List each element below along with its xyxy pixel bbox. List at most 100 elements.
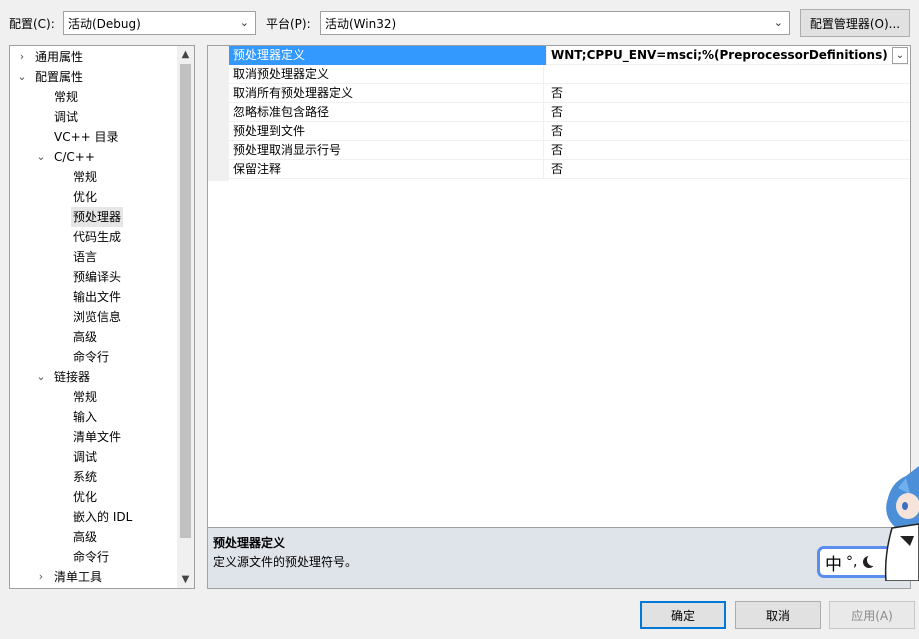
- tree-item[interactable]: 高级: [10, 327, 178, 347]
- tree-item[interactable]: › 通用属性: [10, 47, 178, 67]
- property-name: 预处理器定义: [229, 46, 547, 65]
- property-row[interactable]: 预处理器定义 WNT;CPPU_ENV=msci;%(PreprocessorDe…: [229, 46, 910, 65]
- tree-item-label: 常规: [73, 170, 98, 184]
- tree-item[interactable]: 输出文件: [10, 287, 178, 307]
- property-value[interactable]: 否: [551, 122, 888, 141]
- tree-item[interactable]: 常规: [10, 167, 178, 187]
- config-select[interactable]: 活动(Debug) ⌄: [63, 11, 256, 35]
- tree-scrollbar[interactable]: ▲ ▼: [177, 46, 194, 588]
- tree-item[interactable]: 调试: [10, 447, 178, 467]
- config-label: 配置(C):: [9, 17, 55, 31]
- tree-item-label: 链接器: [54, 370, 91, 384]
- property-row[interactable]: 取消所有预处理器定义否: [229, 84, 910, 103]
- tree-item-label: 优化: [73, 490, 98, 504]
- tree-item-label: 高级: [73, 330, 98, 344]
- apply-button[interactable]: 应用(A): [829, 601, 915, 629]
- tree-item[interactable]: 命令行: [10, 347, 178, 367]
- tree-item[interactable]: 语言: [10, 247, 178, 267]
- tree-item-label: VC++ 目录: [54, 130, 119, 144]
- property-value[interactable]: 否: [551, 84, 888, 103]
- tree-item[interactable]: ⌄ C/C++: [10, 147, 178, 167]
- property-grid: 预处理器定义 WNT;CPPU_ENV=msci;%(PreprocessorDe…: [207, 45, 911, 527]
- property-row[interactable]: 保留注释否: [229, 160, 910, 179]
- tree-item[interactable]: 嵌入的 IDL: [10, 507, 178, 527]
- property-row[interactable]: 取消预处理器定义: [229, 65, 910, 84]
- ime-punct: °,: [846, 554, 858, 570]
- tree-item[interactable]: 预处理器: [10, 207, 178, 227]
- chevron-down-icon: ⌄: [239, 16, 249, 29]
- tree-item-label: 浏览信息: [73, 310, 122, 324]
- tree-item-label: 预处理器: [71, 207, 124, 227]
- tree-item[interactable]: 系统: [10, 467, 178, 487]
- property-name: 预处理取消显示行号: [233, 141, 544, 160]
- tree-item-label: 代码生成: [73, 230, 122, 244]
- chevron-down-icon[interactable]: ⌄: [35, 147, 47, 167]
- chevron-down-icon[interactable]: ⌄: [16, 67, 28, 87]
- property-value[interactable]: 否: [551, 103, 888, 122]
- chevron-down-icon[interactable]: ⌄: [892, 47, 908, 64]
- tree-item-label: 命令行: [73, 350, 110, 364]
- property-row[interactable]: 忽略标准包含路径否: [229, 103, 910, 122]
- ime-mode: 中: [825, 554, 842, 575]
- tree-item[interactable]: 优化: [10, 487, 178, 507]
- platform-select[interactable]: 活动(Win32) ⌄: [320, 11, 790, 35]
- property-row[interactable]: 预处理取消显示行号否: [229, 141, 910, 160]
- tree-item[interactable]: 命令行: [10, 547, 178, 567]
- tree-item[interactable]: ⌄ 配置属性: [10, 67, 178, 87]
- tree-item-label: 预编译头: [73, 270, 122, 284]
- cancel-button[interactable]: 取消: [735, 601, 821, 629]
- tree-item[interactable]: 输入: [10, 407, 178, 427]
- scrollbar-thumb[interactable]: [180, 64, 191, 538]
- tree-item-label: 命令行: [73, 550, 110, 564]
- tree-item-label: 调试: [73, 450, 98, 464]
- tree-item[interactable]: 常规: [10, 87, 178, 107]
- chevron-right-icon[interactable]: ›: [35, 567, 47, 587]
- scroll-up-icon[interactable]: ▲: [177, 46, 194, 63]
- tree-item[interactable]: 优化: [10, 187, 178, 207]
- tree-item[interactable]: 调试: [10, 107, 178, 127]
- chevron-right-icon[interactable]: ›: [16, 47, 28, 67]
- config-manager-button[interactable]: 配置管理器(O)...: [800, 9, 910, 37]
- tree-item-label: 高级: [73, 530, 98, 544]
- tree-item-label: 系统: [73, 470, 98, 484]
- tree-item[interactable]: VC++ 目录: [10, 127, 178, 147]
- tree-item[interactable]: ⌄ 链接器: [10, 367, 178, 387]
- property-value[interactable]: WNT;CPPU_ENV=msci;%(PreprocessorDefiniti…: [551, 46, 888, 65]
- property-name: 预处理到文件: [233, 122, 544, 141]
- tree-item[interactable]: 代码生成: [10, 227, 178, 247]
- property-value[interactable]: 否: [551, 141, 888, 160]
- tree-item-label: C/C++: [54, 150, 95, 164]
- tree-item[interactable]: 浏览信息: [10, 307, 178, 327]
- property-name: 保留注释: [233, 160, 544, 179]
- platform-select-value: 活动(Win32): [325, 16, 397, 31]
- property-value[interactable]: 否: [551, 160, 888, 179]
- ok-button[interactable]: 确定: [640, 601, 726, 629]
- tree-item-label: 嵌入的 IDL: [73, 510, 133, 524]
- tree-item[interactable]: › 清单工具: [10, 567, 178, 587]
- tree-item[interactable]: 常规: [10, 387, 178, 407]
- tree-item-label: 通用属性: [35, 50, 84, 64]
- tree-item-label: 输出文件: [73, 290, 122, 304]
- property-name: 取消所有预处理器定义: [233, 84, 544, 103]
- mascot-sticker-icon: [884, 466, 919, 581]
- description-title: 预处理器定义: [213, 536, 286, 550]
- tree-item[interactable]: 高级: [10, 527, 178, 547]
- tree-item-label: 语言: [73, 250, 98, 264]
- tree-item[interactable]: 清单文件: [10, 427, 178, 447]
- tree-item-label: 常规: [73, 390, 98, 404]
- property-name: 忽略标准包含路径: [233, 103, 544, 122]
- tree-item-label: 配置属性: [35, 70, 84, 84]
- description-text: 定义源文件的预处理符号。: [213, 555, 358, 569]
- property-tree[interactable]: › 通用属性 ⌄ 配置属性 常规 调试 VC++ 目录 ⌄ C/C++ 常规 优化 预处理器 代码生成语…: [9, 45, 195, 589]
- property-row[interactable]: 预处理到文件否: [229, 122, 910, 141]
- tree-item[interactable]: 预编译头: [10, 267, 178, 287]
- scroll-down-icon[interactable]: ▼: [177, 571, 194, 588]
- property-value[interactable]: [551, 65, 888, 84]
- property-name: 取消预处理器定义: [233, 65, 544, 84]
- description-panel: 预处理器定义 定义源文件的预处理符号。: [207, 527, 911, 589]
- tree-item-label: 调试: [54, 110, 79, 124]
- config-select-value: 活动(Debug): [68, 16, 141, 31]
- grid-gutter: [208, 46, 229, 181]
- tree-item-label: 常规: [54, 90, 79, 104]
- chevron-down-icon[interactable]: ⌄: [35, 367, 47, 387]
